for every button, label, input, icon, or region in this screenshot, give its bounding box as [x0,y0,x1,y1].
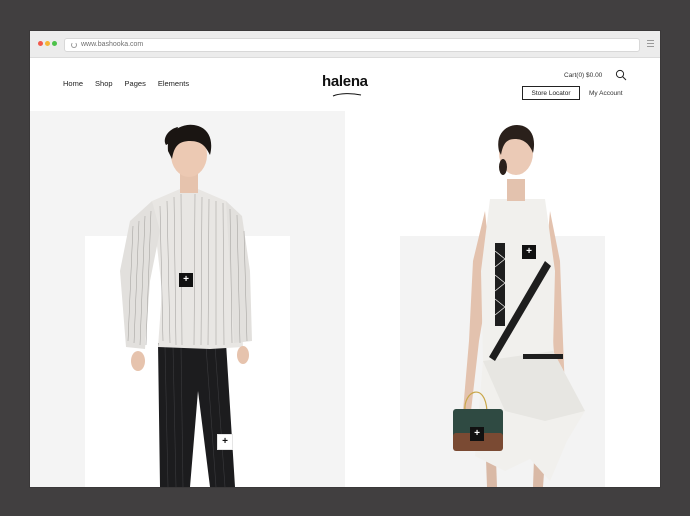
plus-icon: + [526,246,532,257]
product-hotspot-dress[interactable]: + [522,245,536,259]
minimize-window-dot[interactable] [45,41,50,46]
product-card-left[interactable]: + + [30,111,345,487]
main-nav: Home Shop Pages Elements [63,79,189,89]
nav-shop[interactable]: Shop [95,79,113,89]
plus-icon: + [474,428,480,439]
site-logo[interactable]: halena [322,73,368,91]
product-card-right[interactable]: + + [345,111,660,487]
model-photo-white-dress [453,125,585,487]
browser-window: www.bashooka.com Home Shop Pages Element… [30,31,660,487]
nav-pages[interactable]: Pages [125,79,146,89]
product-hotspot-bag[interactable]: + [470,427,484,441]
product-hotspot-shirt[interactable]: + [179,273,193,287]
browser-menu-icon[interactable] [647,40,654,49]
address-bar[interactable]: www.bashooka.com [64,38,640,52]
product-hotspot-trousers[interactable]: + [218,435,232,449]
model-photo-striped-shirt [120,124,252,487]
search-icon[interactable] [615,69,627,81]
reload-icon[interactable] [71,42,77,48]
store-locator-button[interactable]: Store Locator [522,86,580,100]
nav-home[interactable]: Home [63,79,83,89]
url-text: www.bashooka.com [81,41,144,48]
logo-swoosh [332,93,362,97]
site-header: Home Shop Pages Elements halena Cart(0) … [30,58,660,111]
maximize-window-dot[interactable] [52,41,57,46]
cart-link[interactable]: Cart(0) $0.00 [564,71,602,80]
browser-chrome: www.bashooka.com [30,31,660,58]
plus-icon: + [222,436,228,447]
nav-elements[interactable]: Elements [158,79,189,89]
my-account-link[interactable]: My Account [589,89,623,98]
close-window-dot[interactable] [38,41,43,46]
plus-icon: + [183,274,189,285]
